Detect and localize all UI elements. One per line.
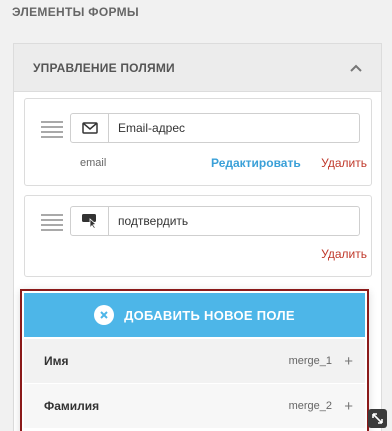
add-new-field-label: ДОБАВИТЬ НОВОЕ ПОЛЕ [124,307,295,323]
expand-icon[interactable] [368,409,387,428]
field-label-value: Email-адрес [118,121,186,135]
option-merge-tag: merge_2 [288,400,332,412]
add-new-field-button[interactable]: ДОБАВИТЬ НОВОЕ ПОЛЕ [24,293,365,337]
option-name: Имя [44,354,69,368]
close-circle-icon [94,305,115,325]
field-card-confirm: подтвердить Удалить [24,195,372,277]
delete-link[interactable]: Удалить [321,247,367,261]
drag-handle-icon[interactable] [41,121,63,138]
panel-header[interactable]: УПРАВЛЕНИЕ ПОЛЯМИ [14,44,381,92]
field-input-email[interactable]: Email-адрес [70,113,360,143]
delete-link[interactable]: Удалить [321,156,367,170]
cursor-click-icon [71,207,109,235]
plus-icon[interactable]: + [344,399,353,414]
add-field-dropdown: ДОБАВИТЬ НОВОЕ ПОЛЕ Имя merge_1 + Фамили… [20,289,369,431]
field-key: email [80,157,107,169]
panel-title: УПРАВЛЕНИЕ ПОЛЯМИ [33,60,175,75]
field-card-email: Email-адрес email Редактировать Удалить [24,98,372,186]
section-title: ЭЛЕМЕНТЫ ФОРМЫ [12,5,139,19]
plus-icon[interactable]: + [344,354,353,369]
field-label-value: подтвердить [118,214,189,228]
option-merge-tag: merge_1 [288,355,332,367]
envelope-icon [71,114,109,142]
chevron-up-icon[interactable] [349,61,363,75]
edit-link[interactable]: Редактировать [211,156,301,170]
drag-handle-icon[interactable] [41,214,63,231]
field-option-first-name[interactable]: Имя merge_1 + [24,339,365,383]
field-input-confirm[interactable]: подтвердить [70,206,360,236]
field-option-last-name[interactable]: Фамилия merge_2 + [24,384,365,428]
option-name: Фамилия [44,399,100,413]
